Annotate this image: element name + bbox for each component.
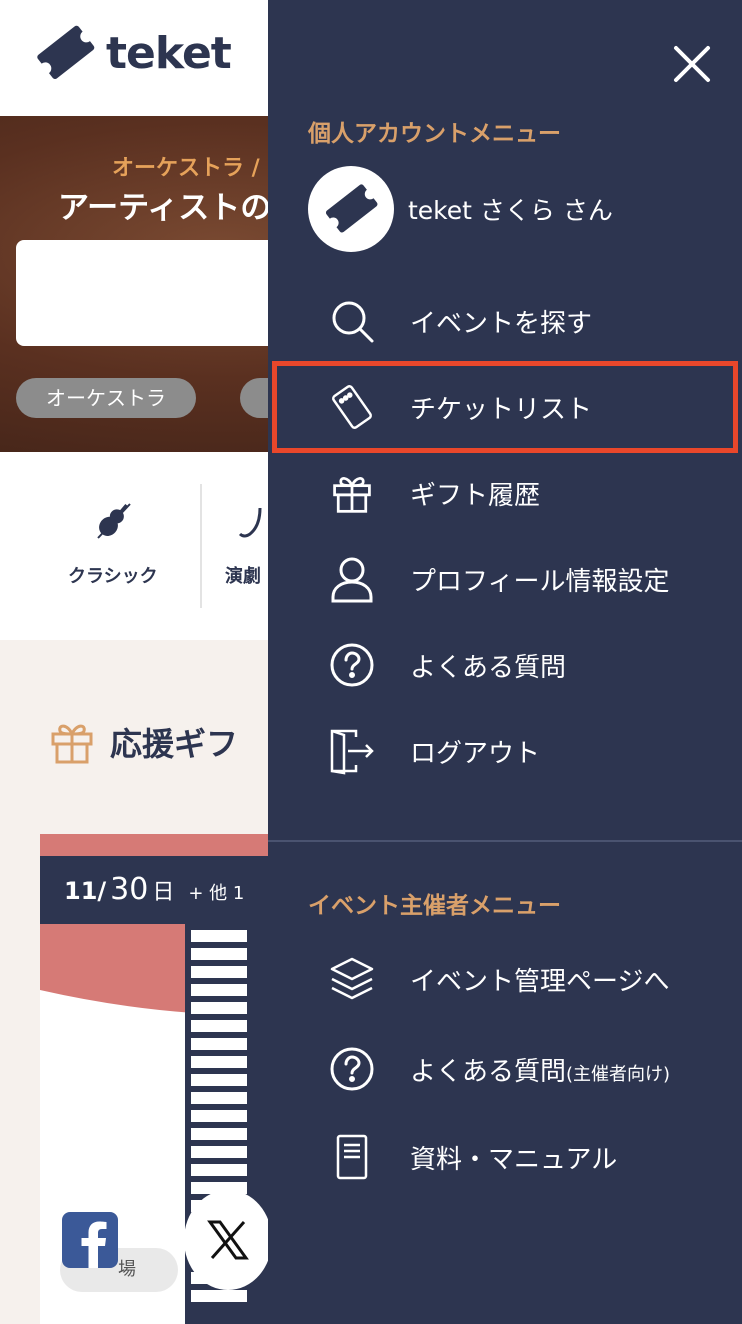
- x-share-button[interactable]: [184, 1190, 272, 1290]
- logo-text: teket: [106, 27, 232, 79]
- event-date-month: 11/: [64, 877, 107, 905]
- menu-label-suffix: (主催者向け): [566, 1063, 671, 1085]
- facebook-icon: [81, 1221, 107, 1268]
- ticket-logo-icon: [37, 25, 95, 80]
- hero-subtitle: オーケストラ /: [112, 156, 260, 181]
- ticket-logo-icon: [325, 184, 378, 233]
- category-label: 演劇: [225, 566, 261, 587]
- category-theater[interactable]: 演劇: [220, 498, 266, 588]
- menu-label: プロフィール情報設定: [410, 566, 670, 597]
- ticket-icon: [328, 383, 376, 431]
- menu-item-faq[interactable]: よくある質問: [268, 622, 742, 708]
- close-drawer-button[interactable]: [668, 40, 716, 88]
- violin-icon: [97, 503, 131, 539]
- menu-label: ギフト履歴: [410, 480, 541, 511]
- search-icon: [328, 297, 376, 345]
- category-divider: [200, 484, 202, 608]
- menu-label-main: よくある質問: [410, 1056, 567, 1087]
- personal-menu-title: 個人アカウントメニュー: [308, 121, 561, 147]
- genre-chip[interactable]: オーケストラ: [16, 378, 196, 418]
- event-weekday: 日: [152, 880, 175, 905]
- menu-item-profile-settings[interactable]: プロフィール情報設定: [268, 536, 742, 622]
- menu-label: よくある質問: [410, 652, 567, 683]
- drawer-divider: [268, 840, 742, 842]
- menu-label: イベントを探す: [410, 308, 593, 339]
- question-icon: [328, 1045, 376, 1093]
- menu-item-gift-history[interactable]: ギフト履歴: [268, 450, 742, 536]
- category-classic[interactable]: クラシック: [68, 498, 158, 588]
- x-logo-icon: [207, 1220, 249, 1260]
- menu-item-event-management[interactable]: イベント管理ページへ: [268, 936, 742, 1022]
- menu-item-logout[interactable]: ログアウト: [268, 708, 742, 794]
- menu-label: 資料・マニュアル: [410, 1144, 618, 1175]
- category-label: クラシック: [68, 566, 158, 587]
- menu-item-organizer-faq[interactable]: よくある質問(主催者向け): [268, 1026, 742, 1112]
- event-more-dates: + 他 1: [188, 883, 245, 904]
- avatar: [308, 166, 394, 252]
- menu-label: ログアウト: [410, 738, 541, 769]
- layers-icon: [328, 955, 376, 1003]
- menu-item-documents[interactable]: 資料・マニュアル: [268, 1114, 742, 1200]
- user-profile: teket さくら さん: [308, 166, 613, 252]
- menu-label: チケットリスト: [410, 394, 593, 425]
- logout-icon: [328, 727, 376, 775]
- hero-title: アーティストの: [58, 190, 272, 226]
- menu-item-find-events[interactable]: イベントを探す: [268, 278, 742, 364]
- close-icon: [674, 46, 710, 82]
- account-drawer: 個人アカウントメニュー teket さくら さん イベントを探す チケットリスト…: [268, 0, 742, 1324]
- document-icon: [328, 1133, 376, 1181]
- user-icon: [328, 555, 376, 603]
- user-name: teket さくら さん: [408, 196, 613, 225]
- question-icon: [328, 641, 376, 689]
- menu-label: イベント管理ページへ: [410, 966, 670, 997]
- gift-icon: [51, 724, 93, 764]
- menu-label: よくある質問(主催者向け): [410, 1051, 670, 1088]
- theater-mask-icon: [238, 507, 262, 538]
- gift-icon: [328, 469, 376, 517]
- teket-logo[interactable]: teket: [32, 22, 232, 84]
- event-date-day: 30: [110, 872, 149, 907]
- gift-section-heading: 応援ギフ: [48, 718, 238, 766]
- facebook-share-button[interactable]: [62, 1212, 118, 1268]
- organizer-menu-title: イベント主催者メニュー: [308, 893, 561, 919]
- gift-heading-text: 応援ギフ: [110, 725, 239, 763]
- menu-item-ticket-list[interactable]: チケットリスト: [268, 364, 742, 450]
